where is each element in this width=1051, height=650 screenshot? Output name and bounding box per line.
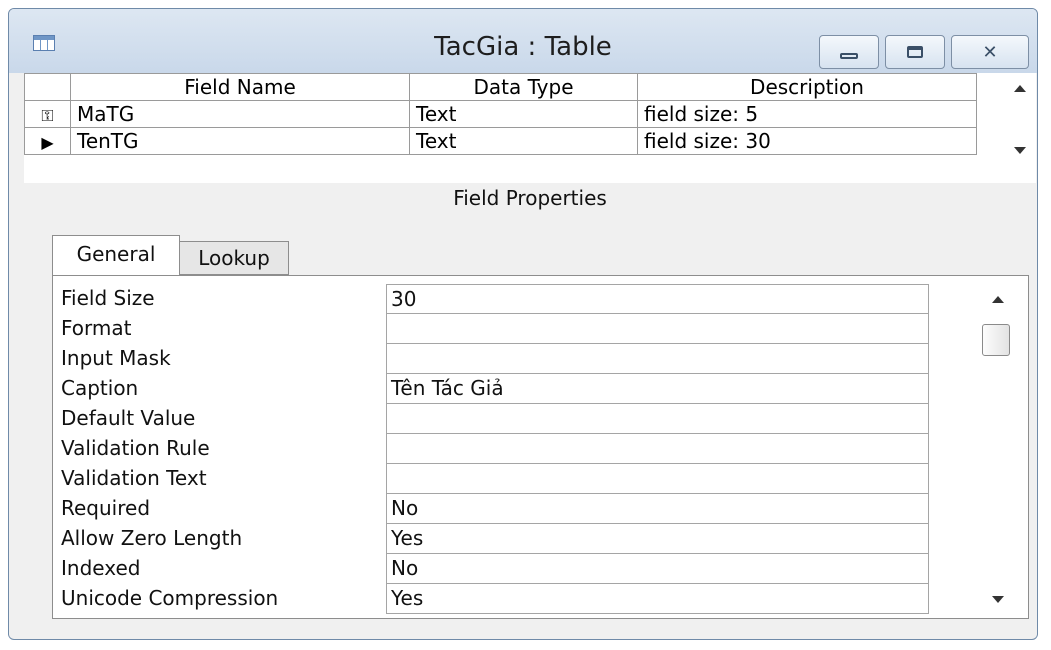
scroll-down-icon[interactable] (992, 596, 1004, 603)
property-row-format[interactable]: Format (53, 314, 933, 344)
property-value-input[interactable]: Yes (386, 584, 929, 614)
property-value-input[interactable] (386, 344, 929, 374)
description-cell[interactable]: field size: 30 (637, 127, 977, 155)
property-label: Unicode Compression (61, 586, 279, 610)
grid-scrollbar[interactable] (1006, 73, 1036, 183)
field-table: Field Name Data Type Description ⚿ MaTG … (24, 73, 977, 155)
column-header-data-type[interactable]: Data Type (409, 73, 638, 101)
property-row-unicode-compression[interactable]: Unicode Compression Yes (53, 584, 933, 614)
property-row-validation-rule[interactable]: Validation Rule (53, 434, 933, 464)
property-label: Format (61, 316, 132, 340)
row-selector[interactable]: ⚿ (24, 100, 71, 128)
property-row-validation-text[interactable]: Validation Text (53, 464, 933, 494)
title-bar[interactable]: TacGia : Table ✕ (9, 9, 1037, 73)
property-row-field-size[interactable]: Field Size 30 (53, 284, 933, 314)
close-button[interactable]: ✕ (951, 35, 1029, 69)
maximize-button[interactable] (885, 35, 945, 69)
property-label: Allow Zero Length (61, 526, 243, 550)
header-row: Field Name Data Type Description (24, 73, 977, 101)
minimize-button[interactable] (819, 35, 879, 69)
property-label: Default Value (61, 406, 196, 430)
scroll-up-icon[interactable] (1014, 85, 1026, 92)
scroll-thumb[interactable] (982, 324, 1010, 356)
property-label: Field Size (61, 286, 155, 310)
property-label: Validation Text (61, 466, 207, 490)
scroll-down-icon[interactable] (1014, 147, 1026, 154)
primary-key-icon: ⚿ (41, 106, 54, 125)
property-label: Validation Rule (61, 436, 210, 460)
property-label: Required (61, 496, 151, 520)
property-row-caption[interactable]: Caption Tên Tác Giả (53, 374, 933, 404)
properties-panel: Field Size 30 Format Input Mask Caption … (52, 275, 1029, 619)
table-row[interactable]: ⚿ MaTG Text field size: 5 (24, 100, 977, 128)
property-value-input[interactable]: 30 (386, 284, 929, 314)
field-name-cell[interactable]: MaTG (70, 100, 410, 128)
row-selector[interactable]: ▶ (24, 127, 71, 155)
tab-lookup[interactable]: Lookup (179, 241, 289, 275)
column-header-field-name[interactable]: Field Name (70, 73, 410, 101)
data-type-cell[interactable]: Text (409, 127, 638, 155)
scroll-up-icon[interactable] (992, 296, 1004, 303)
property-row-default-value[interactable]: Default Value (53, 404, 933, 434)
property-label: Input Mask (61, 346, 171, 370)
property-value-input[interactable] (386, 434, 929, 464)
maximize-icon (907, 46, 923, 58)
close-icon: ✕ (982, 41, 998, 63)
tab-general[interactable]: General (52, 235, 180, 277)
column-header-description[interactable]: Description (637, 73, 977, 101)
property-value-input[interactable]: No (386, 554, 929, 584)
current-row-icon: ▶ (41, 133, 54, 152)
minimize-icon (840, 53, 858, 59)
field-properties-header: Field Properties (453, 186, 607, 210)
field-grid: Field Name Data Type Description ⚿ MaTG … (24, 73, 1036, 183)
field-name-cell[interactable]: TenTG (70, 127, 410, 155)
property-row-input-mask[interactable]: Input Mask (53, 344, 933, 374)
property-value-input[interactable] (386, 404, 929, 434)
property-value-input[interactable] (386, 464, 929, 494)
property-row-required[interactable]: Required No (53, 494, 933, 524)
window-title: TacGia : Table (434, 32, 612, 62)
property-row-indexed[interactable]: Indexed No (53, 554, 933, 584)
property-value-input[interactable]: Tên Tác Giả (386, 374, 929, 404)
property-label: Caption (61, 376, 139, 400)
properties-scrollbar[interactable] (978, 284, 1018, 614)
property-value-input[interactable]: Yes (386, 524, 929, 554)
property-value-input[interactable]: No (386, 494, 929, 524)
property-value-input[interactable] (386, 314, 929, 344)
table-row[interactable]: ▶ TenTG Text field size: 30 (24, 127, 977, 155)
data-type-cell[interactable]: Text (409, 100, 638, 128)
property-label: Indexed (61, 556, 141, 580)
property-row-allow-zero-length[interactable]: Allow Zero Length Yes (53, 524, 933, 554)
table-design-window: TacGia : Table ✕ Field Name Data Type De… (8, 8, 1038, 640)
selector-header[interactable] (24, 73, 71, 101)
description-cell[interactable]: field size: 5 (637, 100, 977, 128)
